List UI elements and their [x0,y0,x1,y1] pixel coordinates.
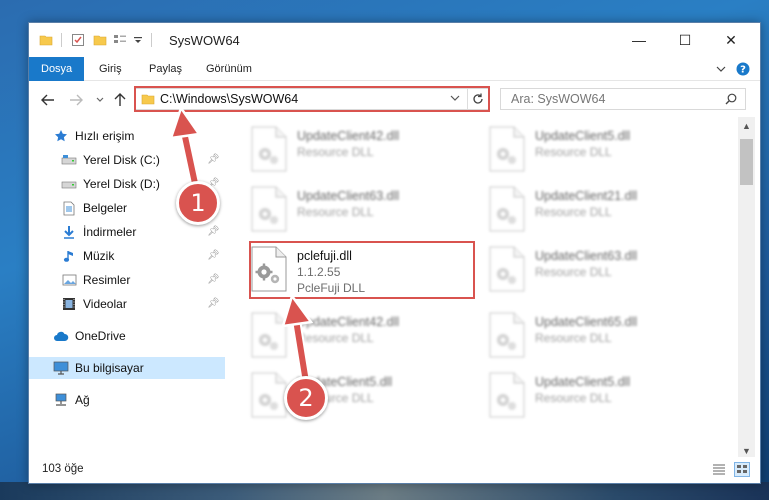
step2-badge: 2 [284,376,328,420]
step2-arrow [281,293,314,387]
step1-badge: 1 [176,181,220,225]
step1-arrow [169,105,202,193]
annotation-arrows [169,105,314,387]
